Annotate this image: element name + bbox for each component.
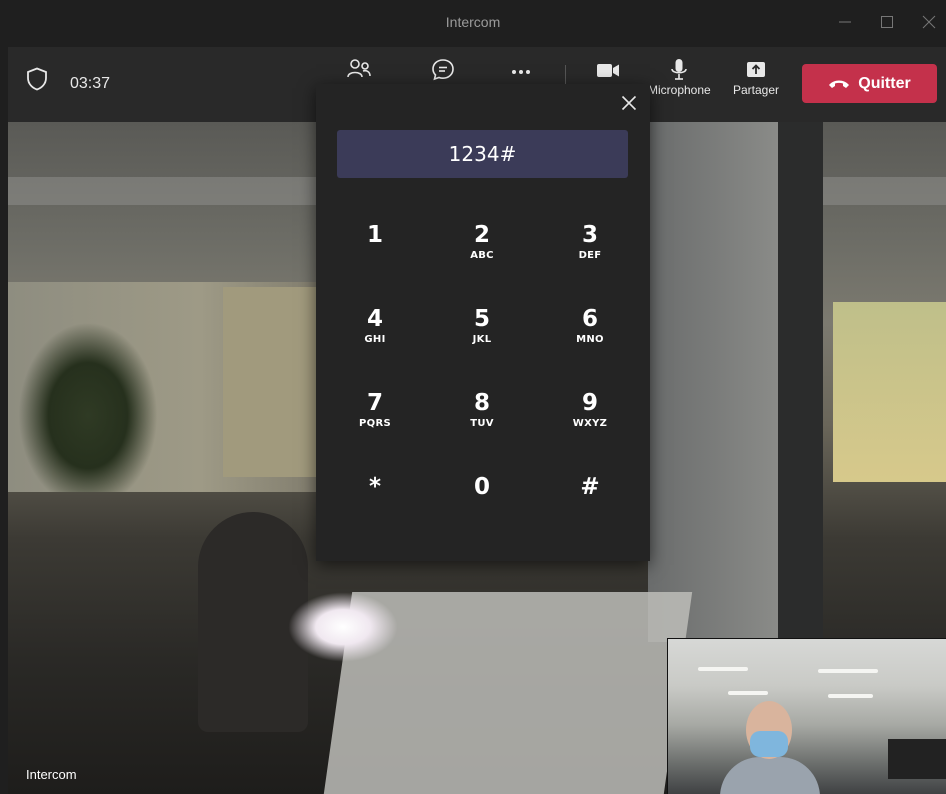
dial-pad-panel: 1234# 1 2 ABC 3 DEF 4 GHI 5 JKL 6 MNO 7 PQRS 8… — [316, 84, 650, 561]
ceiling-light — [818, 669, 878, 673]
dial-key[interactable]: * — [325, 474, 425, 534]
dial-key-digit: 3 — [581, 222, 598, 248]
monitor — [888, 739, 946, 779]
dial-key-letters: ABC — [470, 250, 494, 261]
self-view-video[interactable] — [667, 638, 946, 794]
people-icon — [347, 59, 371, 78]
share-label: Partager — [733, 83, 780, 97]
dial-key-digit: 0 — [473, 474, 490, 500]
dial-key-digit: 5 — [473, 306, 490, 332]
maximize-icon — [881, 16, 893, 28]
dial-key-letters: GHI — [364, 334, 386, 345]
window-blind — [223, 287, 323, 477]
dial-key[interactable]: 7 PQRS — [325, 390, 425, 450]
chat-button[interactable] — [430, 57, 456, 83]
more-actions-button[interactable] — [508, 57, 534, 83]
microphone-button[interactable]: Microphone — [648, 57, 711, 97]
dial-key-letters: MNO — [576, 334, 604, 345]
microphone-label: Microphone — [648, 83, 711, 97]
dial-key[interactable]: 2 ABC — [432, 222, 532, 282]
dial-key-digit: 6 — [581, 306, 598, 332]
dial-key-digit: # — [580, 474, 600, 500]
pillar — [778, 122, 823, 642]
more-icon — [512, 70, 530, 74]
participant-name-label: Intercom — [26, 767, 77, 782]
ceiling-light — [728, 691, 768, 695]
dial-key-letters: DEF — [578, 250, 602, 261]
share-screen-icon — [747, 62, 766, 77]
close-icon — [621, 95, 637, 111]
wall-right — [648, 122, 778, 642]
hang-up-icon — [829, 80, 850, 88]
plant — [18, 322, 158, 492]
dial-key[interactable]: 6 MNO — [540, 306, 640, 366]
light-glare — [288, 592, 398, 662]
dial-key-digit: 8 — [473, 390, 490, 416]
person-body — [720, 757, 820, 794]
maximize-button[interactable] — [872, 10, 902, 34]
camera-button[interactable] — [594, 57, 622, 83]
share-button[interactable]: Partager — [733, 57, 779, 97]
ceiling-light — [828, 694, 873, 698]
dial-key[interactable]: 3 DEF — [540, 222, 640, 282]
leave-label: Quitter — [858, 74, 911, 92]
leave-call-button[interactable]: Quitter — [802, 64, 937, 103]
dial-number-display[interactable]: 1234# — [337, 130, 628, 178]
dial-key-letters: JKL — [472, 334, 492, 345]
camera-icon — [597, 64, 619, 77]
shield-icon — [27, 67, 47, 91]
dial-key-letters: TUV — [470, 418, 494, 429]
dial-key[interactable]: 0 — [432, 474, 532, 534]
close-icon — [922, 15, 936, 29]
close-window-button[interactable] — [914, 10, 944, 34]
face-mask — [750, 731, 788, 757]
dial-key-digit: 4 — [366, 306, 383, 332]
dial-key-digit: 9 — [581, 390, 598, 416]
dial-key-digit: 7 — [366, 390, 383, 416]
dial-pad-close-button[interactable] — [618, 92, 640, 114]
chat-icon — [432, 59, 454, 81]
teams-call-window: Intercom 03:37 Microphone Partager Quitt… — [0, 0, 946, 794]
dial-key[interactable]: 8 TUV — [432, 390, 532, 450]
dial-key[interactable]: 9 WXYZ — [540, 390, 640, 450]
microphone-icon — [671, 59, 688, 80]
minimize-icon — [839, 21, 851, 23]
dial-key-letters: WXYZ — [572, 418, 608, 429]
ceiling-light — [698, 667, 748, 671]
call-timer: 03:37 — [70, 75, 111, 92]
dial-key-digit: * — [368, 474, 382, 500]
dial-key[interactable]: 4 GHI — [325, 306, 425, 366]
dial-key[interactable]: 5 JKL — [432, 306, 532, 366]
participants-button[interactable] — [346, 57, 372, 83]
window-title: Intercom — [445, 14, 501, 30]
dial-key[interactable]: 1 — [325, 222, 425, 282]
dial-key-digit: 1 — [366, 222, 383, 248]
window-right — [833, 302, 946, 482]
minimize-button[interactable] — [830, 10, 860, 34]
title-bar: Intercom — [0, 0, 946, 47]
dial-key[interactable]: # — [540, 474, 640, 534]
dial-key-digit: 2 — [473, 222, 490, 248]
dial-key-letters: PQRS — [359, 418, 391, 429]
